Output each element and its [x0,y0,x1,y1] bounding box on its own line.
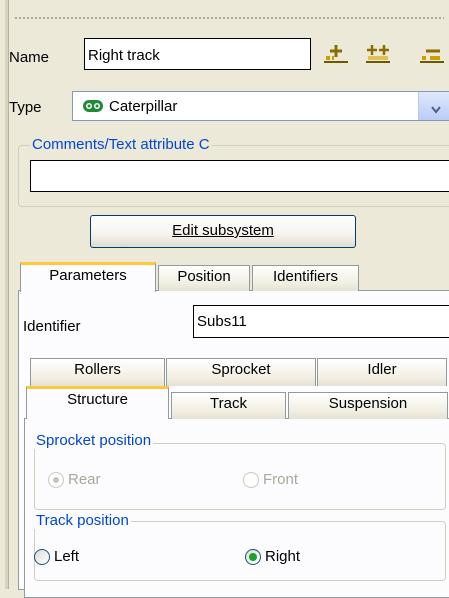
track-right-label: Right [265,548,301,565]
identifier-field-value: Subs11 [197,313,247,330]
tab-identifiers[interactable]: Identifiers [252,265,359,291]
add-multiple-icon[interactable] [364,42,392,66]
add-item-icon[interactable] [322,42,350,66]
remove-item-icon[interactable] [418,42,449,66]
sprocket-rear-radio[interactable] [48,472,64,488]
name-label: Name [9,49,50,66]
sprocket-position-title: Sprocket position [34,432,154,449]
type-select-dropdown-button[interactable] [418,92,449,120]
identifier-label: Identifier [23,318,81,335]
tab-suspension[interactable]: Suspension [288,392,448,419]
tab-rollers-label: Rollers [74,361,121,378]
tab-sprocket[interactable]: Sprocket [166,358,316,386]
caterpillar-icon [83,98,103,114]
panel-grip[interactable] [14,17,444,19]
tab-structure-label: Structure [67,391,128,408]
type-select[interactable]: Caterpillar [72,91,449,121]
edit-subsystem-label: Edit subsystem [172,222,274,239]
tab-identifiers-label: Identifiers [272,268,339,285]
tab-track-label: Track [210,395,247,412]
tab-idler-label: Idler [367,361,397,378]
edit-subsystem-button[interactable]: Edit subsystem [90,215,356,248]
tab-rollers[interactable]: Rollers [30,358,165,386]
sprocket-rear-label: Rear [68,471,101,488]
tab-idler[interactable]: Idler [317,358,447,386]
panel-left-edge [5,0,9,589]
tab-parameters-label: Parameters [49,267,127,284]
tab-suspension-label: Suspension [328,395,408,412]
chevron-down-icon [431,101,441,119]
tab-position[interactable]: Position [158,265,250,291]
comments-field[interactable] [30,160,449,192]
tab-sprocket-label: Sprocket [211,361,271,378]
track-left-label: Left [54,548,80,565]
track-right-radio[interactable] [245,549,261,565]
track-left-radio[interactable] [34,549,50,565]
tab-structure[interactable]: Structure [26,386,169,419]
tab-position-label: Position [177,268,231,285]
name-field[interactable]: Right track [84,38,311,70]
type-label: Type [9,99,42,116]
name-field-value: Right track [88,47,160,64]
sprocket-rear-radio-dot [53,477,59,483]
identifier-field[interactable]: Subs11 [193,305,449,338]
type-select-value: Caterpillar [109,98,178,115]
sprocket-front-radio[interactable] [243,472,259,488]
track-right-radio-dot [249,553,257,561]
tab-track[interactable]: Track [171,392,286,419]
track-position-title: Track position [34,512,131,529]
tab-parameters[interactable]: Parameters [20,262,156,292]
comments-group-title: Comments/Text attribute C [30,136,212,153]
track-position-group [34,521,446,581]
sprocket-front-label: Front [263,471,299,488]
